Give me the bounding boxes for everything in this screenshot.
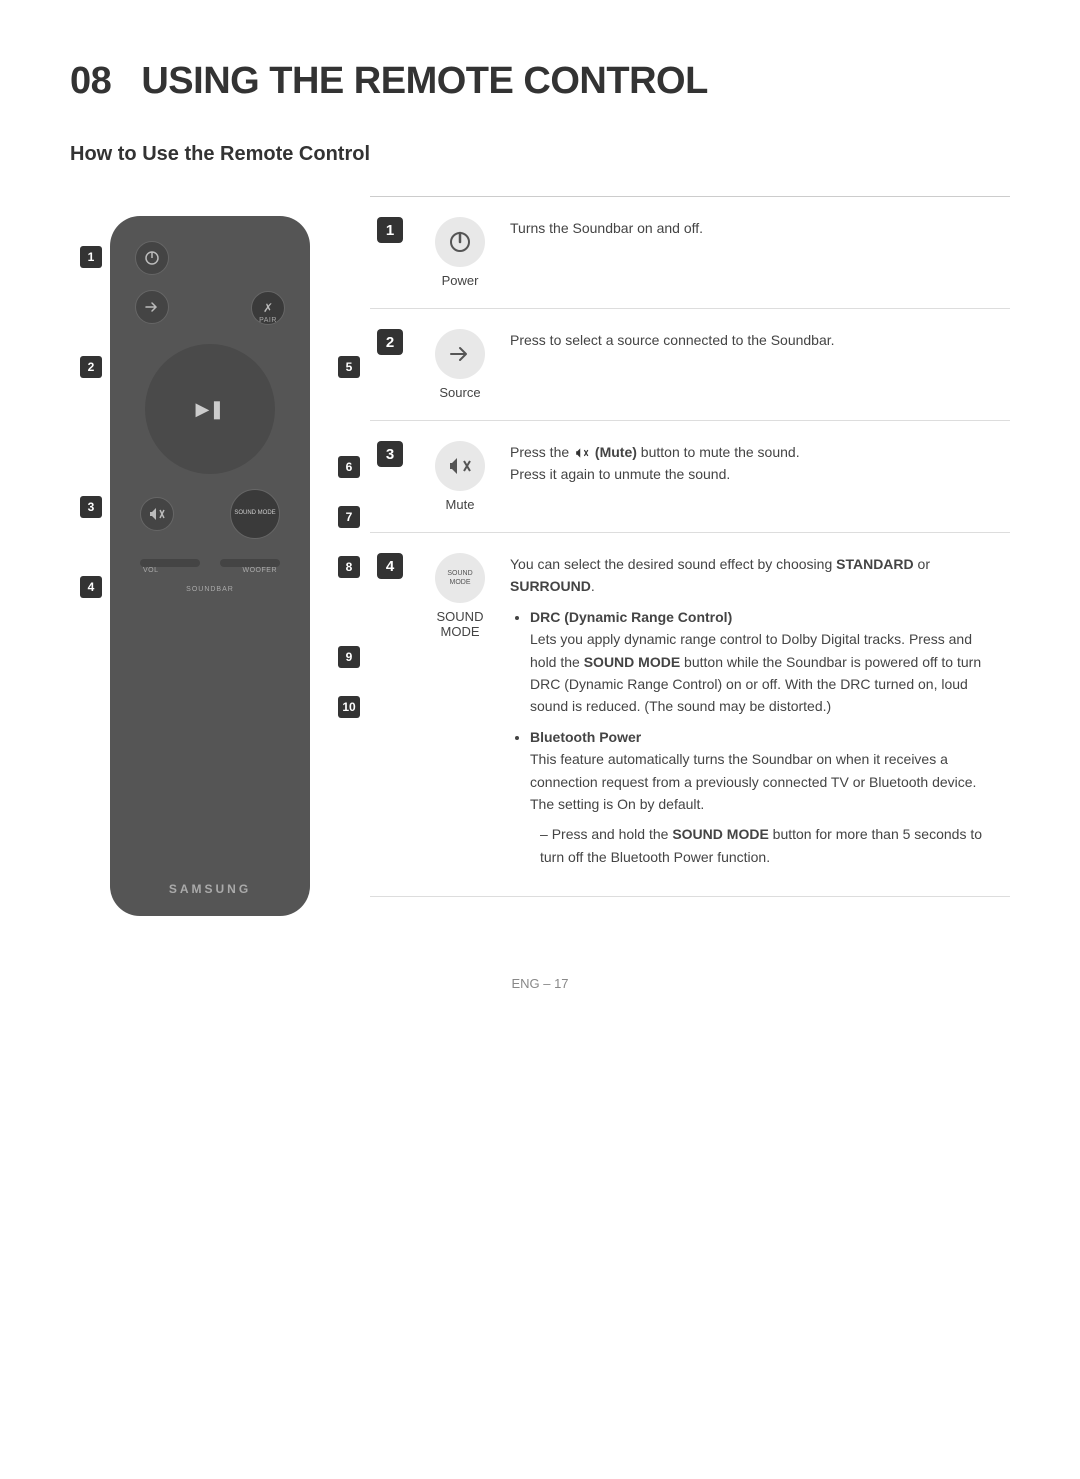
section-title: How to Use the Remote Control (70, 143, 1010, 166)
table-num-2: 2 (370, 329, 410, 400)
page-title: 08 USING THE REMOTE CONTROL (70, 60, 1010, 103)
table-num-4: 4 (370, 553, 410, 579)
mute-icon (435, 441, 485, 491)
remote-soundbar-label: SOUNDBAR (186, 586, 234, 593)
remote-mute-btn[interactable] (140, 497, 174, 531)
remote-label-5: 5 (338, 356, 360, 378)
remote-label-7: 7 (338, 506, 360, 528)
table-row-2: 2 Source Press to select a source connec… (370, 309, 1010, 421)
remote-row-1 (125, 236, 295, 280)
remote-wrapper: 1 2 3 4 5 6 7 8 9 10 (80, 216, 360, 916)
remote-label-2: 2 (80, 356, 102, 378)
content-area: 1 2 3 4 5 6 7 8 9 10 (70, 196, 1010, 916)
table-icon-power: Power (420, 217, 500, 288)
page-footer: ENG – 17 (70, 976, 1010, 991)
remote-label-9: 9 (338, 646, 360, 668)
remote-woofer-label: WOOFER (243, 567, 278, 574)
mute-label: Mute (446, 497, 475, 512)
remote-slider-labels: VOL WOOFER (135, 567, 285, 574)
remote-label-8: 8 (338, 556, 360, 578)
remote-label-4: 4 (80, 576, 102, 598)
table-num-3: 3 (370, 441, 410, 512)
table-icon-sound-mode: SOUNDMODE SOUND MODE (420, 553, 500, 639)
remote-label-1: 1 (80, 246, 102, 268)
remote-play-pause[interactable]: ▶❚ (196, 399, 225, 420)
table-num-1: 1 (370, 217, 410, 288)
remote-sliders-area: VOL WOOFER (125, 559, 295, 574)
remote-power-btn[interactable] (135, 241, 169, 275)
table-row-4: 4 SOUNDMODE SOUND MODE You can select th… (370, 533, 1010, 897)
description-table: 1 Power Turns the Soundbar on and off. 2 (370, 196, 1010, 916)
table-icon-source: Source (420, 329, 500, 400)
remote-dpad[interactable]: ▶❚ (145, 344, 275, 474)
source-icon (435, 329, 485, 379)
sound-mode-icon: SOUNDMODE (435, 553, 485, 603)
remote-illustration: 1 2 3 4 5 6 7 8 9 10 (70, 196, 370, 916)
remote-label-10: 10 (338, 696, 360, 718)
remote-source-btn[interactable] (135, 290, 169, 324)
remote-vol-row (135, 559, 285, 567)
remote-vol-slider[interactable] (140, 559, 200, 567)
remote-row-2: ✗ PAIR (125, 285, 295, 329)
table-row-3: 3 Mute Press the (Mute) button to mute t… (370, 421, 1010, 533)
remote-label-3: 3 (80, 496, 102, 518)
sound-mode-label: SOUND MODE (420, 609, 500, 639)
power-label: Power (442, 273, 479, 288)
remote-mute-sound-row: SOUND MODE (125, 489, 295, 539)
table-desc-1: Turns the Soundbar on and off. (510, 217, 1010, 288)
table-desc-3: Press the (Mute) button to mute the soun… (510, 441, 1010, 512)
table-icon-mute: Mute (420, 441, 500, 512)
remote-vol-label: VOL (143, 567, 159, 574)
source-label: Source (439, 385, 480, 400)
table-desc-2: Press to select a source connected to th… (510, 329, 1010, 400)
table-row-1: 1 Power Turns the Soundbar on and off. (370, 197, 1010, 309)
power-icon (435, 217, 485, 267)
remote-label-6: 6 (338, 456, 360, 478)
footer-text: ENG – 17 (511, 976, 568, 991)
remote-sound-mode-btn[interactable]: SOUND MODE (230, 489, 280, 539)
remote-body: ✗ PAIR ▶❚ (110, 216, 310, 916)
remote-pair-label: PAIR (259, 317, 277, 324)
table-desc-4: You can select the desired sound effect … (510, 553, 1010, 876)
remote-samsung-label: SAMSUNG (169, 882, 251, 896)
remote-woofer-slider[interactable] (220, 559, 280, 567)
